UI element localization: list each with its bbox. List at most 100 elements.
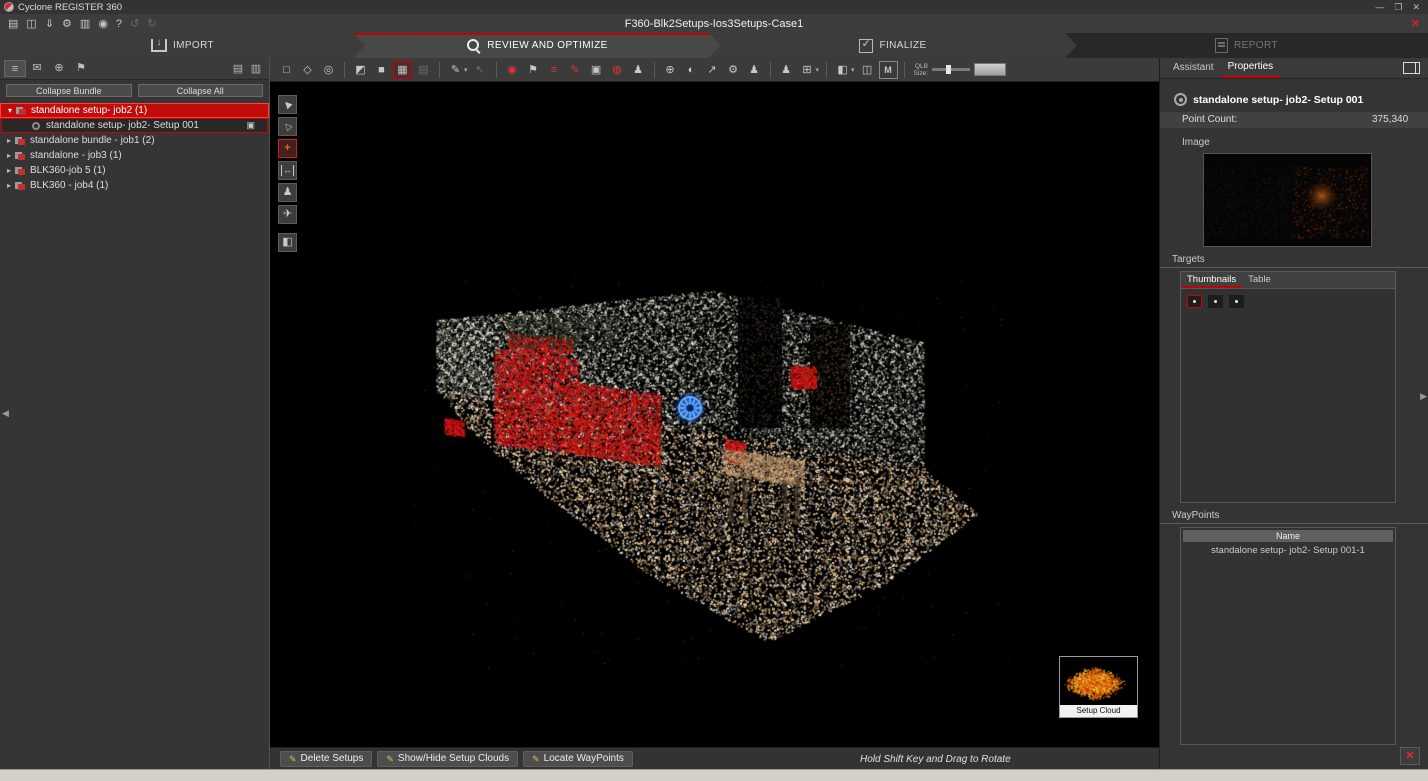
tree-caret-icon[interactable]: ▸ bbox=[4, 136, 14, 145]
setup-cloud-thumbnail[interactable] bbox=[1060, 657, 1135, 705]
attachments-tab[interactable]: ✉ bbox=[26, 60, 48, 77]
workflow-step-import[interactable]: ↓ IMPORT bbox=[0, 33, 365, 58]
grid-view-icon-dropdown[interactable]: ▾ bbox=[816, 66, 820, 74]
tree-item[interactable]: ▸BLK360 - job4 (1) bbox=[0, 178, 269, 193]
maximize-button[interactable]: ❐ bbox=[1394, 1, 1402, 13]
waypoint-row[interactable]: standalone setup- job2- Setup 001-1 bbox=[1183, 542, 1393, 556]
point-cloud-view[interactable]: ▶ ▷ + ↔ ♟ ✈ ◧ Setup Cloud bbox=[270, 82, 1159, 748]
toolbar-separator bbox=[826, 62, 827, 78]
tab-thumbnails[interactable]: Thumbnails bbox=[1181, 272, 1242, 288]
target-thumbnail[interactable] bbox=[1229, 295, 1244, 308]
geotag-icon[interactable]: ◍ bbox=[608, 61, 627, 79]
zoom-select-icon[interactable]: ◎ bbox=[319, 61, 338, 79]
setup-cloud-view-icon[interactable]: ▦ bbox=[393, 61, 412, 79]
setup-image-icon[interactable]: ▣ bbox=[246, 120, 255, 131]
cube-view-icon[interactable]: ◧ bbox=[833, 61, 852, 79]
save-project-icon[interactable]: ◫ bbox=[26, 16, 36, 32]
user-group-icon[interactable]: ♟ bbox=[777, 61, 796, 79]
pano-view-icon[interactable]: ▤ bbox=[414, 61, 433, 79]
query-cursor-tool[interactable]: ▷ bbox=[278, 117, 297, 136]
person-target-icon[interactable]: ♟ bbox=[629, 61, 648, 79]
open-project-icon[interactable]: ▤ bbox=[8, 16, 18, 32]
waypoints-list: standalone setup- job2- Setup 001-1 bbox=[1183, 542, 1393, 556]
collapse-sidebar-arrow[interactable]: ◀ bbox=[2, 408, 9, 419]
settings-icon[interactable]: ⚙ bbox=[62, 16, 72, 32]
pan-orbit-tool[interactable]: + bbox=[278, 139, 297, 158]
cloud-color-icon[interactable]: ◩ bbox=[351, 61, 370, 79]
report-list-icon[interactable]: ▥ bbox=[80, 16, 90, 32]
collapse-all-button[interactable]: Collapse All bbox=[138, 84, 264, 97]
tab-table[interactable]: Table bbox=[1242, 272, 1277, 288]
tree-options-icon[interactable]: ▥ bbox=[247, 62, 265, 75]
fly-navigation-tool[interactable]: ✈ bbox=[278, 205, 297, 224]
measure-pick-icon[interactable]: ↖ bbox=[471, 61, 490, 79]
tree-item[interactable]: ▸standalone bundle - job1 (2) bbox=[0, 133, 269, 148]
project-tree-tab[interactable]: ≡ bbox=[4, 60, 26, 77]
setup-cloud-inset[interactable]: Setup Cloud bbox=[1059, 656, 1138, 718]
show-hide-setup-clouds-button[interactable]: ✎Show/Hide Setup Clouds bbox=[377, 751, 518, 767]
select-cursor-tool[interactable]: ▶ bbox=[278, 95, 297, 114]
add-target-icon[interactable]: ◉ bbox=[503, 61, 522, 79]
tree-caret-icon[interactable]: ▸ bbox=[4, 166, 14, 175]
tree-item[interactable]: standalone setup- job2- Setup 001▣ bbox=[1, 118, 268, 133]
redo-icon[interactable]: ↻ bbox=[147, 16, 156, 32]
fit-range-tool[interactable]: ↔ bbox=[278, 161, 297, 180]
polygon-select-icon[interactable]: ◇ bbox=[298, 61, 317, 79]
workflow-step-finalize[interactable]: ✓ FINALIZE bbox=[709, 33, 1077, 58]
expand-view-icon[interactable]: ↗ bbox=[703, 61, 722, 79]
measure-tool-icon[interactable]: ✎ bbox=[446, 61, 465, 79]
tree-caret-icon[interactable]: ▾ bbox=[5, 106, 15, 115]
collapse-bundle-button[interactable]: Collapse Bundle bbox=[6, 84, 132, 97]
solid-fill-icon[interactable]: ■ bbox=[372, 61, 391, 79]
minimize-button[interactable]: — bbox=[1375, 1, 1384, 13]
fence-select-icon[interactable]: □ bbox=[277, 61, 296, 79]
help-icon[interactable]: ? bbox=[116, 16, 122, 32]
cube-m-icon[interactable]: M bbox=[879, 61, 898, 79]
close-panel-button[interactable]: ✕ bbox=[1400, 747, 1420, 765]
tab-assistant[interactable]: Assistant bbox=[1166, 59, 1221, 77]
slider-thumb[interactable] bbox=[946, 65, 951, 74]
cube-view-icon-dropdown[interactable]: ▾ bbox=[851, 66, 855, 74]
camera-icon[interactable]: ▣ bbox=[587, 61, 606, 79]
tree-item[interactable]: ▾standalone setup- job2 (1) bbox=[0, 103, 269, 118]
measure-tool-icon-dropdown[interactable]: ▾ bbox=[464, 66, 468, 74]
tree-item[interactable]: ▸standalone - job3 (1) bbox=[0, 148, 269, 163]
globe-link-icon[interactable]: ◐ bbox=[682, 61, 701, 79]
annotate-pen-icon[interactable]: ✎ bbox=[566, 61, 585, 79]
tags-tab[interactable]: ⚑ bbox=[70, 60, 92, 77]
walkthrough-icon[interactable]: ♟ bbox=[745, 61, 764, 79]
expand-tree-icon[interactable]: ▤ bbox=[229, 62, 247, 75]
tree-item[interactable]: ▸BLK360-job 5 (1) bbox=[0, 163, 269, 178]
cube-view-tool[interactable]: ◧ bbox=[278, 233, 297, 252]
panel-tab-strip: Assistant Properties bbox=[1160, 58, 1428, 79]
tree-caret-icon[interactable]: ▸ bbox=[4, 151, 14, 160]
web-links-tab[interactable]: ⊕ bbox=[48, 60, 70, 77]
point-cloud-canvas[interactable] bbox=[270, 82, 1159, 748]
info-icon[interactable]: ◉ bbox=[98, 16, 108, 32]
tab-properties[interactable]: Properties bbox=[1221, 58, 1281, 78]
close-project-button[interactable]: ✕ bbox=[1411, 17, 1428, 30]
waypoints-name-header[interactable]: Name bbox=[1183, 530, 1393, 542]
collapse-panel-arrow[interactable]: ▶ bbox=[1420, 391, 1427, 402]
delete-setups-button[interactable]: ✎Delete Setups bbox=[280, 751, 372, 767]
target-thumbnail[interactable] bbox=[1187, 295, 1202, 308]
target-thumbnail[interactable] bbox=[1208, 295, 1223, 308]
person-view-tool[interactable]: ♟ bbox=[278, 183, 297, 202]
adjust-tool-icon[interactable]: ⚙ bbox=[724, 61, 743, 79]
close-window-button[interactable]: ✕ bbox=[1412, 1, 1420, 13]
qlb-size-slider[interactable] bbox=[932, 68, 970, 71]
undo-icon[interactable]: ↺ bbox=[130, 16, 139, 32]
tag-icon[interactable]: ⚑ bbox=[524, 61, 543, 79]
tree-caret-icon[interactable]: ▸ bbox=[4, 181, 14, 190]
setup-image-preview[interactable] bbox=[1203, 153, 1372, 247]
locate-waypoints-button[interactable]: ✎Locate WayPoints bbox=[523, 751, 633, 767]
globe-icon[interactable]: ⊕ bbox=[661, 61, 680, 79]
setup-header: standalone setup- job2- Setup 001 bbox=[1160, 79, 1428, 110]
workflow-step-review-and-optimize[interactable]: REVIEW AND OPTIMIZE bbox=[353, 33, 721, 58]
cube-grid-icon[interactable]: ◫ bbox=[858, 61, 877, 79]
grid-view-icon[interactable]: ⊞ bbox=[798, 61, 817, 79]
import-data-icon[interactable]: ⇓ bbox=[45, 16, 54, 32]
workflow-step-report[interactable]: REPORT bbox=[1065, 33, 1428, 58]
layers-icon[interactable]: ≡ bbox=[545, 61, 564, 79]
panel-layout-icon[interactable] bbox=[1403, 62, 1420, 74]
